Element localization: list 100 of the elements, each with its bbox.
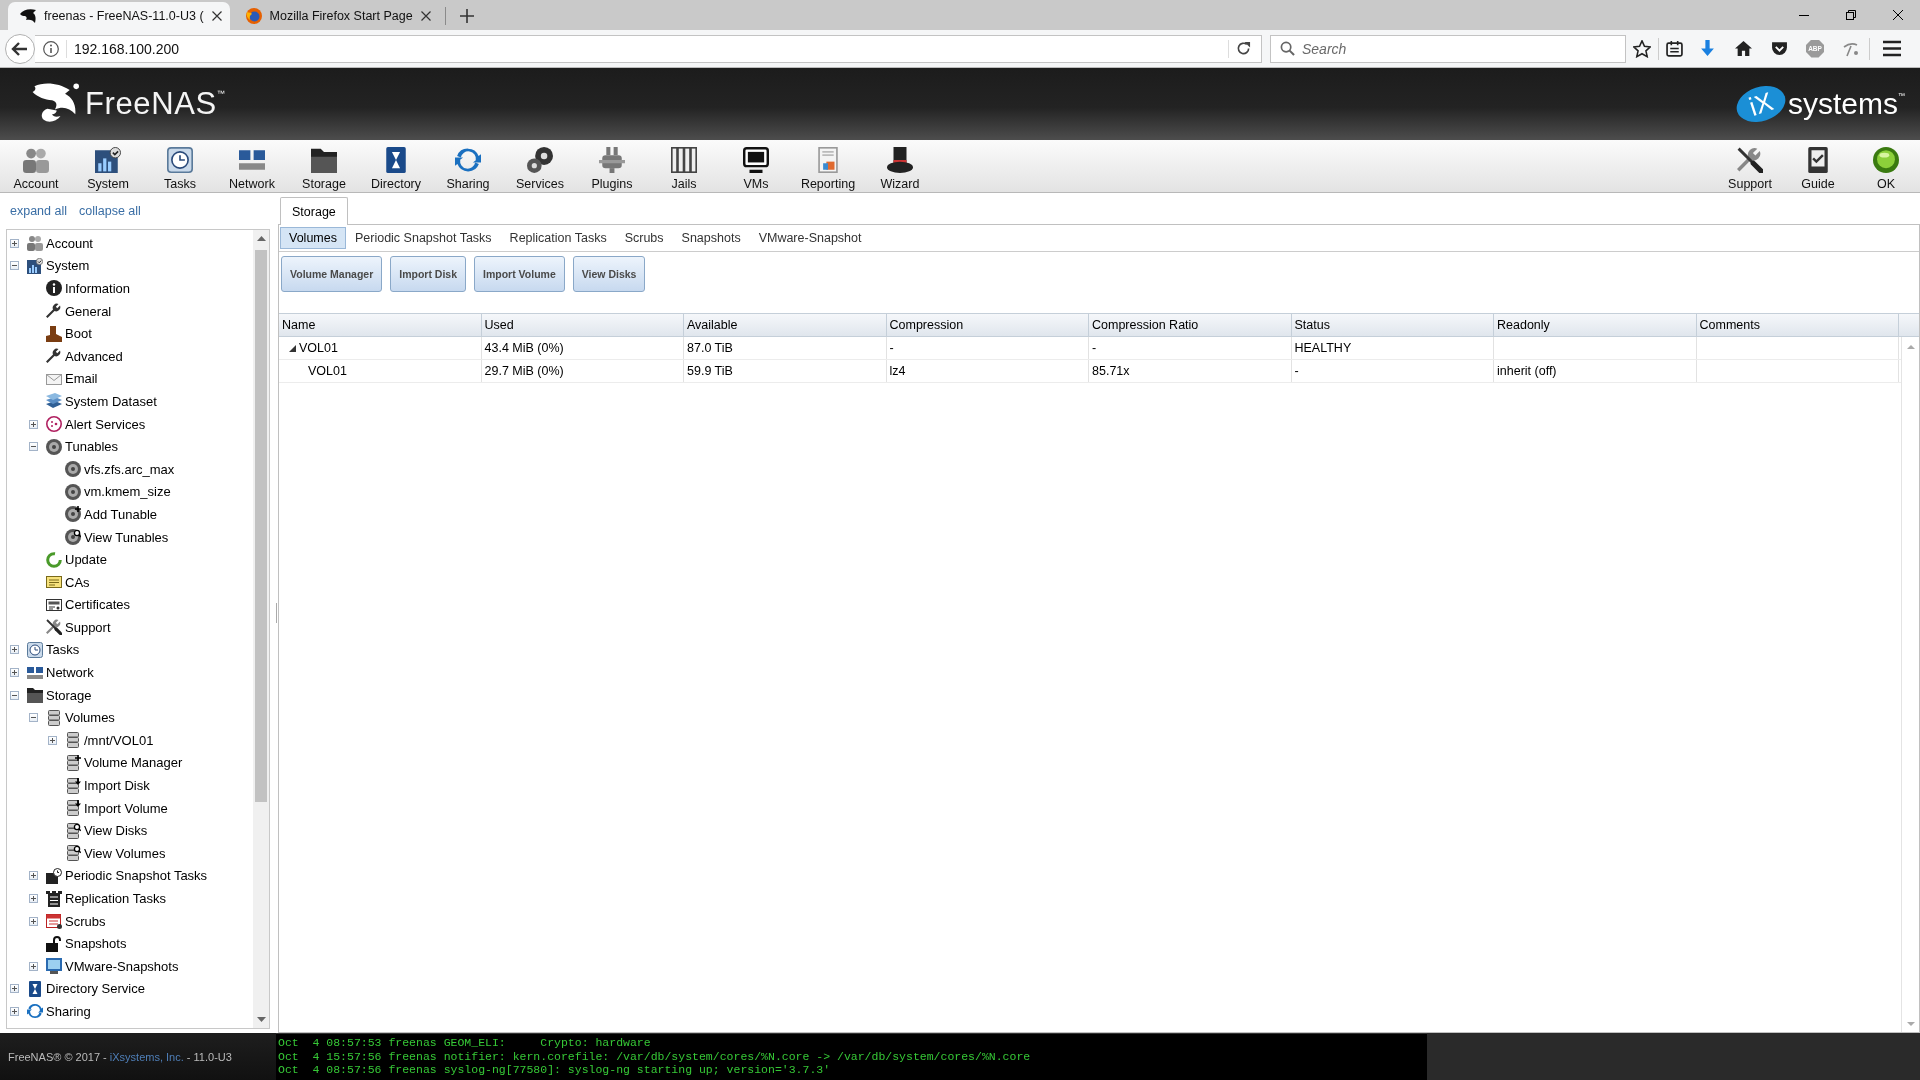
tree-item[interactable]: Boot bbox=[46, 325, 94, 342]
action-button[interactable]: Import Volume bbox=[474, 256, 565, 292]
action-button[interactable]: Import Disk bbox=[390, 256, 466, 292]
search-field[interactable]: Search bbox=[1270, 34, 1626, 63]
minimize-icon[interactable] bbox=[1799, 14, 1809, 16]
scroll-thumb[interactable] bbox=[255, 250, 267, 802]
plus-box-icon[interactable] bbox=[10, 1007, 19, 1016]
tree-item[interactable]: Tasks bbox=[27, 642, 82, 658]
tree-item[interactable]: Sharing bbox=[27, 1003, 93, 1020]
action-button[interactable]: Volume Manager bbox=[281, 256, 383, 292]
toolbar-button[interactable]: Directory bbox=[360, 140, 432, 192]
menu-icon[interactable] bbox=[1883, 40, 1901, 57]
toolbar-button[interactable]: Support bbox=[1716, 140, 1784, 192]
tree-item[interactable]: Network bbox=[27, 664, 96, 681]
scroll-up-icon[interactable] bbox=[256, 236, 266, 241]
toolbar-button[interactable]: Account bbox=[0, 140, 72, 192]
browser-tab[interactable]: freenas - FreeNAS-11.0-U3 ( bbox=[8, 2, 230, 30]
plus-box-icon[interactable] bbox=[10, 645, 19, 655]
tree-item[interactable]: CAs bbox=[46, 574, 92, 591]
tree-item[interactable]: Storage bbox=[27, 687, 94, 704]
tab[interactable]: Snapshots bbox=[672, 227, 750, 249]
tree-item[interactable]: Directory Service bbox=[27, 980, 147, 997]
toolbar-button[interactable]: System bbox=[72, 140, 144, 192]
tree-item[interactable]: Alert Services bbox=[46, 416, 148, 433]
toolbar-button[interactable]: Jails bbox=[648, 140, 720, 192]
tree-item[interactable]: Account bbox=[27, 235, 95, 252]
address-field[interactable]: 192.168.100.200 bbox=[35, 34, 1262, 63]
triangle-icon[interactable] bbox=[289, 344, 296, 352]
shield-icon[interactable] bbox=[1770, 40, 1788, 57]
tree-item[interactable]: Volume Manager bbox=[65, 754, 185, 771]
tool-icon[interactable] bbox=[1843, 40, 1859, 57]
tree-item[interactable]: Periodic Snapshot Tasks bbox=[46, 867, 210, 884]
home-icon[interactable] bbox=[1734, 40, 1752, 57]
scroll-down-icon[interactable] bbox=[256, 1017, 266, 1022]
plus-box-icon[interactable] bbox=[10, 238, 19, 248]
close-icon[interactable] bbox=[420, 11, 431, 21]
toolbar-button[interactable]: Services bbox=[504, 140, 576, 192]
toolbar-button[interactable]: Plugins bbox=[576, 140, 648, 192]
star-icon[interactable] bbox=[1633, 39, 1651, 58]
text-link[interactable]: expand all bbox=[10, 204, 67, 218]
restore-icon[interactable] bbox=[1846, 10, 1856, 20]
toolbar-button[interactable]: Sharing bbox=[432, 140, 504, 192]
toolbar-button[interactable]: Reporting bbox=[792, 140, 864, 192]
toolbar-button[interactable]: Storage bbox=[288, 140, 360, 192]
toolbar-button[interactable]: Guide bbox=[1784, 140, 1852, 192]
tree-item[interactable]: Support bbox=[46, 619, 113, 636]
plus-box-icon[interactable] bbox=[29, 871, 38, 881]
action-button[interactable]: View Disks bbox=[572, 256, 646, 292]
footer-link[interactable]: iXsystems, Inc. bbox=[109, 1050, 184, 1063]
tab[interactable]: Scrubs bbox=[615, 227, 673, 249]
arrow-left-icon[interactable] bbox=[5, 33, 35, 64]
tree-item[interactable]: Snapshots bbox=[46, 935, 129, 952]
toolbar-button[interactable]: Tasks bbox=[144, 140, 216, 192]
minus-box-icon[interactable] bbox=[10, 261, 19, 271]
tree-item[interactable]: General bbox=[46, 303, 114, 320]
minus-box-icon[interactable] bbox=[29, 442, 38, 452]
text-link[interactable]: collapse all bbox=[79, 204, 141, 218]
toolbar-button[interactable]: Wizard bbox=[864, 140, 936, 192]
tree-item[interactable]: /mnt/VOL01 bbox=[65, 732, 156, 749]
tree-item[interactable]: Volumes bbox=[46, 709, 117, 726]
tab[interactable]: Storage bbox=[280, 197, 348, 225]
reload-icon[interactable] bbox=[1236, 41, 1251, 56]
tree-item[interactable]: Replication Tasks bbox=[46, 890, 168, 907]
tree-item[interactable]: Add Tunable bbox=[65, 506, 159, 523]
tab[interactable]: Volumes bbox=[280, 227, 346, 249]
grip-icon[interactable] bbox=[274, 603, 278, 623]
tree-item[interactable]: System bbox=[27, 257, 92, 274]
plus-box-icon[interactable] bbox=[48, 735, 57, 745]
tree-item[interactable]: Update bbox=[46, 551, 109, 568]
tab[interactable]: Periodic Snapshot Tasks bbox=[345, 227, 501, 249]
plus-icon[interactable] bbox=[459, 9, 474, 23]
plus-box-icon[interactable] bbox=[29, 894, 38, 903]
plus-box-icon[interactable] bbox=[29, 961, 38, 971]
toolbar-button[interactable]: VMs bbox=[720, 140, 792, 192]
tree-item[interactable]: Tunables bbox=[46, 438, 120, 455]
toolbar-button[interactable]: OK bbox=[1852, 140, 1920, 192]
tree-item[interactable]: Scrubs bbox=[46, 913, 108, 930]
tree-item[interactable]: Import Volume bbox=[65, 800, 170, 817]
minus-box-icon[interactable] bbox=[29, 713, 38, 723]
tree-item[interactable]: VMware-Snapshots bbox=[46, 958, 181, 975]
tree-item[interactable]: View Disks bbox=[65, 822, 150, 839]
minus-box-icon[interactable] bbox=[10, 690, 19, 700]
info-icon[interactable] bbox=[43, 40, 59, 57]
toolbar-button[interactable]: Network bbox=[216, 140, 288, 192]
tree-item[interactable]: vm.kmem_size bbox=[65, 483, 173, 500]
tree-item[interactable]: Certificates bbox=[46, 596, 133, 613]
tab[interactable]: Replication Tasks bbox=[500, 227, 616, 249]
close-icon[interactable] bbox=[211, 11, 222, 21]
tree-item[interactable]: Email bbox=[46, 370, 100, 387]
tree-item[interactable]: View Volumes bbox=[65, 845, 168, 862]
tree-item[interactable]: View Tunables bbox=[65, 529, 171, 545]
plus-box-icon[interactable] bbox=[29, 419, 38, 429]
plus-box-icon[interactable] bbox=[10, 668, 19, 678]
tree-item[interactable]: Advanced bbox=[46, 348, 125, 365]
tree-item[interactable]: System Dataset bbox=[46, 393, 159, 410]
plus-box-icon[interactable] bbox=[29, 916, 38, 926]
tree-item[interactable]: Import Disk bbox=[65, 777, 152, 794]
tab[interactable]: VMware-Snapshot bbox=[749, 227, 871, 249]
clipboard-icon[interactable] bbox=[1665, 40, 1683, 57]
close-icon[interactable] bbox=[1893, 10, 1903, 20]
